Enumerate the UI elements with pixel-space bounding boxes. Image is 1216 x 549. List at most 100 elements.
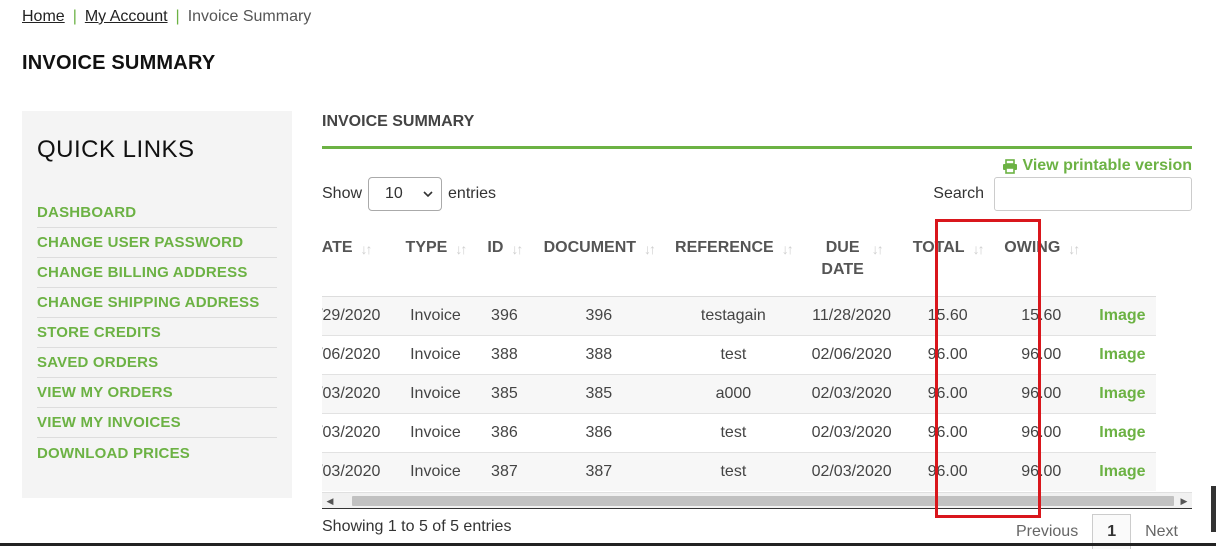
table-row: 10/29/2020 Invoice 396 396 testagain 11/… bbox=[322, 295, 1156, 335]
image-link[interactable]: Image bbox=[1099, 424, 1145, 441]
sort-arrows-icon: ↓↑ bbox=[781, 241, 794, 257]
cell-owing: 15.60 bbox=[993, 295, 1089, 335]
column-header-label: TOTAL bbox=[912, 239, 965, 256]
horizontal-scrollbar[interactable]: ◀ ▶ bbox=[322, 492, 1192, 508]
column-header-label: DATE bbox=[322, 239, 353, 256]
quick-link-download-prices[interactable]: DOWNLOAD PRICES bbox=[37, 445, 190, 462]
breadcrumb-account-link[interactable]: My Account bbox=[85, 8, 168, 26]
entries-select[interactable]: 10 bbox=[368, 177, 443, 211]
quick-link-item: CHANGE USER PASSWORD bbox=[37, 228, 277, 258]
entries-length-control: Show 10 entries bbox=[322, 177, 496, 211]
sort-arrows-icon: ↓↑ bbox=[972, 241, 985, 257]
cell-id: 387 bbox=[476, 451, 533, 491]
printable-version-link[interactable]: View printable version bbox=[1002, 157, 1192, 175]
quick-link-change-password[interactable]: CHANGE USER PASSWORD bbox=[37, 234, 243, 251]
cell-image-link: Image bbox=[1088, 412, 1156, 452]
column-header-id[interactable]: ID ↓↑ bbox=[476, 223, 533, 297]
column-header-label-line: DUE bbox=[825, 239, 860, 256]
image-link[interactable]: Image bbox=[1099, 385, 1145, 402]
cell-reference: testagain bbox=[665, 295, 802, 335]
cell-document: 385 bbox=[532, 373, 666, 413]
printable-version-label: View printable version bbox=[1022, 157, 1192, 174]
show-label: Show bbox=[322, 185, 363, 202]
cell-owing: 96.00 bbox=[993, 373, 1089, 413]
quick-link-view-invoices[interactable]: VIEW MY INVOICES bbox=[37, 414, 181, 431]
quick-link-item: STORE CREDITS bbox=[37, 318, 277, 348]
image-link[interactable]: Image bbox=[1099, 346, 1145, 363]
cell-due-date: 02/03/2020 bbox=[801, 412, 902, 452]
sidebar-title: QUICK LINKS bbox=[37, 136, 195, 163]
column-header-label-line: DATE bbox=[821, 261, 864, 278]
invoice-table: DATE ↓↑ TYPE ↓↑ ID ↓↑ DOCUMENT ↓↑ REFERENCE ↓… bbox=[322, 223, 1156, 491]
scroll-right-arrow-icon[interactable]: ▶ bbox=[1178, 495, 1190, 507]
table-search-control: Search bbox=[933, 177, 1192, 211]
cell-date: 02/03/2020 bbox=[322, 373, 395, 413]
quick-link-store-credits[interactable]: STORE CREDITS bbox=[37, 324, 161, 341]
cell-image-link: Image bbox=[1088, 451, 1156, 491]
cell-date: 10/29/2020 bbox=[322, 295, 395, 335]
column-header-label: REFERENCE bbox=[675, 239, 774, 256]
column-header-date[interactable]: DATE ↓↑ bbox=[322, 223, 395, 297]
cell-date: 02/03/2020 bbox=[322, 451, 395, 491]
sort-arrows-icon: ↓↑ bbox=[511, 241, 523, 257]
cell-type: Invoice bbox=[394, 373, 477, 413]
cell-total: 15.60 bbox=[901, 295, 994, 335]
image-link[interactable]: Image bbox=[1099, 307, 1145, 324]
cell-document: 396 bbox=[532, 295, 666, 335]
cell-reference: test bbox=[665, 451, 802, 491]
cell-owing: 96.00 bbox=[993, 334, 1089, 374]
table-row: 02/03/2020 Invoice 385 385 a000 02/03/20… bbox=[322, 373, 1156, 413]
column-header-label: ID bbox=[487, 239, 504, 256]
quick-link-item: DOWNLOAD PRICES bbox=[37, 438, 277, 468]
invoice-table-scroll-area[interactable]: DATE ↓↑ TYPE ↓↑ ID ↓↑ DOCUMENT ↓↑ REFERENCE ↓… bbox=[322, 223, 1192, 493]
cell-due-date: 02/03/2020 bbox=[801, 373, 902, 413]
quick-link-saved-orders[interactable]: SAVED ORDERS bbox=[37, 354, 158, 371]
quick-link-view-orders[interactable]: VIEW MY ORDERS bbox=[37, 384, 173, 401]
quick-link-item: VIEW MY INVOICES bbox=[37, 408, 277, 438]
column-header-label: DOCUMENT bbox=[543, 239, 637, 256]
cell-total: 96.00 bbox=[901, 412, 994, 452]
sort-arrows-icon: ↓↑ bbox=[871, 241, 884, 257]
scroll-left-arrow-icon[interactable]: ◀ bbox=[324, 495, 336, 507]
sort-arrows-icon: ↓↑ bbox=[1068, 241, 1080, 257]
cell-total: 96.00 bbox=[901, 451, 994, 491]
table-row: 02/03/2020 Invoice 387 387 test 02/03/20… bbox=[322, 451, 1156, 491]
sort-arrows-icon: ↓↑ bbox=[360, 241, 373, 257]
cell-reference: test bbox=[665, 412, 802, 452]
cell-image-link: Image bbox=[1088, 373, 1156, 413]
cell-reference: test bbox=[665, 334, 802, 374]
table-row: 02/03/2020 Invoice 386 386 test 02/03/20… bbox=[322, 412, 1156, 452]
breadcrumb-separator: | bbox=[175, 8, 180, 25]
quick-links-list: DASHBOARD CHANGE USER PASSWORD CHANGE BI… bbox=[37, 198, 277, 468]
scrollbar-thumb[interactable] bbox=[352, 496, 1174, 506]
section-title: INVOICE SUMMARY bbox=[322, 113, 475, 130]
column-header-type[interactable]: TYPE ↓↑ bbox=[394, 223, 477, 297]
quick-links-sidebar: QUICK LINKS DASHBOARD CHANGE USER PASSWO… bbox=[22, 111, 292, 498]
image-link[interactable]: Image bbox=[1099, 463, 1145, 480]
column-header-total[interactable]: TOTAL ↓↑ bbox=[901, 223, 994, 297]
breadcrumb-home-link[interactable]: Home bbox=[22, 8, 65, 26]
cell-image-link: Image bbox=[1088, 334, 1156, 374]
search-input[interactable] bbox=[994, 177, 1192, 211]
cell-document: 388 bbox=[532, 334, 666, 374]
quick-link-item: CHANGE SHIPPING ADDRESS bbox=[37, 288, 277, 318]
quick-link-billing-address[interactable]: CHANGE BILLING ADDRESS bbox=[37, 264, 248, 281]
table-info: Showing 1 to 5 of 5 entries bbox=[322, 518, 512, 535]
cell-id: 385 bbox=[476, 373, 533, 413]
quick-link-dashboard[interactable]: DASHBOARD bbox=[37, 204, 136, 221]
quick-link-shipping-address[interactable]: CHANGE SHIPPING ADDRESS bbox=[37, 294, 259, 311]
column-header-label: OWING bbox=[1004, 239, 1061, 256]
column-header-reference[interactable]: REFERENCE ↓↑ bbox=[665, 223, 802, 297]
cell-id: 396 bbox=[476, 295, 533, 335]
quick-link-item: SAVED ORDERS bbox=[37, 348, 277, 378]
quick-link-item: DASHBOARD bbox=[37, 198, 277, 228]
cell-total: 96.00 bbox=[901, 334, 994, 374]
column-header-due-date[interactable]: DUE DATE ↓↑ bbox=[801, 223, 902, 297]
column-header-document[interactable]: DOCUMENT ↓↑ bbox=[532, 223, 666, 297]
column-header-owing[interactable]: OWING ↓↑ bbox=[993, 223, 1089, 297]
cell-document: 387 bbox=[532, 451, 666, 491]
breadcrumb-current: Invoice Summary bbox=[187, 8, 312, 25]
cell-type: Invoice bbox=[394, 412, 477, 452]
cell-due-date: 11/28/2020 bbox=[801, 295, 902, 335]
cell-owing: 96.00 bbox=[993, 412, 1089, 452]
